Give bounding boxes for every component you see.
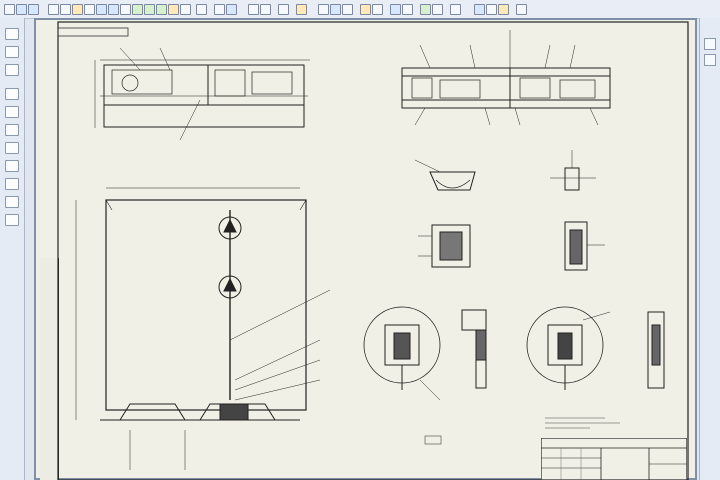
- select-icon[interactable]: [120, 4, 131, 15]
- main-plan-view: [75, 187, 331, 470]
- library-icon[interactable]: [432, 4, 443, 15]
- select-tool-icon[interactable]: [5, 28, 19, 40]
- layer-combo[interactable]: [360, 4, 371, 15]
- detail-view-a: [414, 159, 476, 191]
- zoom-window-icon[interactable]: [704, 54, 716, 66]
- open-icon[interactable]: [16, 4, 27, 15]
- measure-icon[interactable]: [296, 4, 307, 15]
- orbit-icon[interactable]: [402, 4, 413, 15]
- layer-icon[interactable]: [226, 4, 237, 15]
- spline-icon[interactable]: [5, 142, 19, 154]
- profile-view-h: [647, 311, 665, 389]
- text-icon[interactable]: [214, 4, 225, 15]
- arc-icon[interactable]: [156, 4, 167, 15]
- arc-tool-icon[interactable]: [5, 124, 19, 136]
- style-icon[interactable]: [372, 4, 383, 15]
- new-file-icon[interactable]: [4, 4, 15, 15]
- main-toolbar: [0, 0, 720, 19]
- help-icon[interactable]: [516, 4, 527, 15]
- top-left-stamp: [57, 27, 129, 37]
- circle-tool-icon[interactable]: [5, 106, 19, 118]
- grid-icon[interactable]: [318, 4, 329, 15]
- undo-icon[interactable]: [96, 4, 107, 15]
- window-icon[interactable]: [474, 4, 485, 15]
- view-icon[interactable]: [390, 4, 401, 15]
- table-icon[interactable]: [5, 214, 19, 226]
- profile-view-f: [461, 309, 487, 389]
- pan-icon[interactable]: [278, 4, 289, 15]
- hatch-tool-icon[interactable]: [5, 160, 19, 172]
- polyline-icon[interactable]: [5, 88, 19, 100]
- cad-drawing-canvas[interactable]: [34, 18, 697, 480]
- top-left-view: [94, 47, 310, 141]
- circular-detail-g: [526, 306, 611, 390]
- print-icon[interactable]: [48, 4, 59, 15]
- ortho-icon[interactable]: [342, 4, 353, 15]
- cascade-icon[interactable]: [498, 4, 509, 15]
- cut-icon[interactable]: [60, 4, 71, 15]
- section-view-d: [564, 221, 605, 271]
- section-view-c: [418, 224, 471, 268]
- snap-icon[interactable]: [330, 4, 341, 15]
- detail-view-b: [550, 150, 596, 191]
- dimension-icon[interactable]: [196, 4, 207, 15]
- redo-icon[interactable]: [108, 4, 119, 15]
- sheet-border: [57, 21, 689, 480]
- line-tool-icon[interactable]: [5, 64, 19, 76]
- tile-icon[interactable]: [486, 4, 497, 15]
- right-tool-strip: [699, 18, 720, 480]
- circle-icon[interactable]: [144, 4, 155, 15]
- left-tool-panel: [0, 18, 25, 480]
- dimension-tool-icon[interactable]: [5, 178, 19, 190]
- circular-detail-e: [363, 306, 441, 401]
- macro-icon[interactable]: [450, 4, 461, 15]
- spec-icon[interactable]: [420, 4, 431, 15]
- top-right-view: [401, 30, 611, 126]
- title-block: [541, 438, 687, 480]
- line-icon[interactable]: [132, 4, 143, 15]
- copy-icon[interactable]: [72, 4, 83, 15]
- rectangle-icon[interactable]: [168, 4, 179, 15]
- text-tool-icon[interactable]: [5, 196, 19, 208]
- save-icon[interactable]: [28, 4, 39, 15]
- paste-icon[interactable]: [84, 4, 95, 15]
- point-icon[interactable]: [5, 46, 19, 58]
- zoom-fit-icon[interactable]: [704, 38, 716, 50]
- zoom-out-icon[interactable]: [260, 4, 271, 15]
- zoom-in-icon[interactable]: [248, 4, 259, 15]
- hatch-icon[interactable]: [180, 4, 191, 15]
